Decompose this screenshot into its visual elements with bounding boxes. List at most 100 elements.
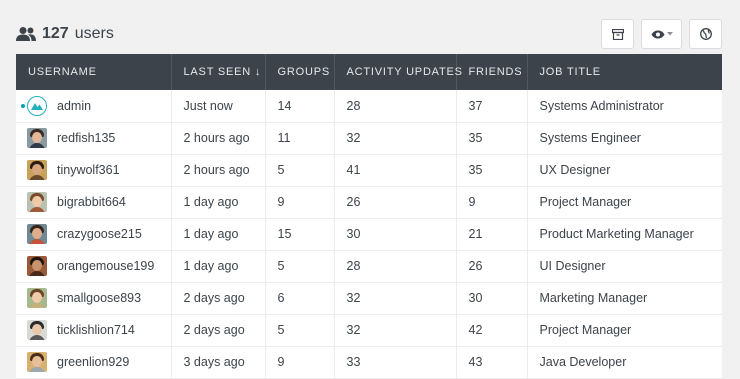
table-row[interactable]: redfish135 2 hours ago 11 32 35 Systems Engin… <box>16 122 722 154</box>
groups-cell: 5 <box>265 250 335 282</box>
column-header-username[interactable]: USERNAME <box>16 54 172 90</box>
user-avatar[interactable] <box>27 352 47 372</box>
username-link[interactable]: crazygoose215 <box>57 227 142 241</box>
username-link[interactable]: ticklishlion714 <box>57 323 135 337</box>
user-info: crazygoose215 <box>27 224 159 244</box>
username-link[interactable]: greenlion929 <box>57 355 129 369</box>
avatar-body <box>29 303 45 308</box>
job-title-cell: Product Marketing Manager <box>539 227 694 241</box>
archive-icon <box>611 28 624 40</box>
user-avatar[interactable] <box>27 128 47 148</box>
avatar-face <box>32 132 42 143</box>
friends-cell: 35 <box>456 122 528 154</box>
table-header-row: USERNAME LAST SEEN ↓ GROUPS ACTIVITY UPD… <box>16 54 722 90</box>
user-info: tinywolf361 <box>27 160 159 180</box>
user-avatar[interactable] <box>27 320 47 340</box>
table-row[interactable]: tinywolf361 2 hours ago 5 41 35 UX Designer <box>16 154 722 186</box>
column-header-groups[interactable]: GROUPS <box>265 54 335 90</box>
table-row[interactable]: greenlion929 3 days ago 9 33 43 Java Develope… <box>16 346 722 378</box>
username-link[interactable]: orangemouse199 <box>57 259 154 273</box>
username-link[interactable]: smallgoose893 <box>57 291 141 305</box>
last-seen-cell: 1 day ago <box>171 218 266 250</box>
username-link[interactable]: redfish135 <box>57 131 115 145</box>
avatar-body <box>29 207 45 212</box>
table-row[interactable]: bigrabbit664 1 day ago 9 26 9 Project Manager <box>16 186 722 218</box>
username-link[interactable]: bigrabbit664 <box>57 195 126 209</box>
table-row[interactable]: smallgoose893 2 days ago 6 32 30 Marketing Ma… <box>16 282 722 314</box>
user-info: smallgoose893 <box>27 288 159 308</box>
username-link[interactable]: tinywolf361 <box>57 163 120 177</box>
activity-updates-cell: 41 <box>334 154 457 186</box>
groups-cell: 6 <box>265 282 335 314</box>
avatar-body <box>29 143 45 148</box>
avatar-body <box>29 239 45 244</box>
table-row[interactable]: crazygoose215 1 day ago 15 30 21 Product Mark… <box>16 218 722 250</box>
user-info: redfish135 <box>27 128 159 148</box>
friends-cell: 30 <box>456 282 528 314</box>
avatar-face <box>32 228 42 239</box>
archive-button[interactable] <box>601 19 634 49</box>
last-seen-cell: 2 days ago <box>171 282 266 314</box>
job-title-cell: Project Manager <box>539 323 632 337</box>
friends-cell: 26 <box>456 250 528 282</box>
column-header-activity-updates[interactable]: ACTIVITY UPDATES <box>334 54 462 90</box>
last-seen-cell: 2 days ago <box>171 314 266 346</box>
friends-cell: 35 <box>456 154 528 186</box>
job-title-cell: Marketing Manager <box>539 291 648 305</box>
username-cell: tinywolf361 <box>16 154 172 186</box>
user-info: admin <box>27 95 159 116</box>
last-seen-cell: 1 day ago <box>171 186 266 218</box>
site-logo-avatar[interactable] <box>27 95 47 116</box>
activity-updates-cell: 33 <box>334 346 457 378</box>
user-avatar[interactable] <box>27 224 47 244</box>
username-cell: orangemouse199 <box>16 250 172 282</box>
eye-icon <box>651 30 664 38</box>
username-cell: greenlion929 <box>16 346 172 378</box>
column-header-friends[interactable]: FRIENDS <box>456 54 528 90</box>
column-header-job-title[interactable]: JOB TITLE <box>527 54 722 90</box>
activity-updates-cell: 30 <box>334 218 457 250</box>
friends-cell: 21 <box>456 218 528 250</box>
username-cell: ticklishlion714 <box>16 314 172 346</box>
last-seen-cell: Just now <box>171 90 266 122</box>
job-title-cell: Systems Administrator <box>539 98 664 113</box>
table-row[interactable]: ticklishlion714 2 days ago 5 32 42 Project Ma… <box>16 314 722 346</box>
user-info: greenlion929 <box>27 352 159 372</box>
last-seen-cell: 2 hours ago <box>171 122 266 154</box>
table-row[interactable]: orangemouse199 1 day ago 5 28 26 UI Designer <box>16 250 722 282</box>
user-info: ticklishlion714 <box>27 320 159 340</box>
username-link[interactable]: admin <box>57 99 91 113</box>
column-header-last-seen[interactable]: LAST SEEN ↓ <box>171 54 266 90</box>
users-icon <box>16 27 36 41</box>
user-count-label: users <box>74 25 114 42</box>
globe-button[interactable] <box>689 19 722 49</box>
visibility-dropdown-button[interactable] <box>641 19 682 49</box>
users-table: USERNAME LAST SEEN ↓ GROUPS ACTIVITY UPD… <box>16 54 722 379</box>
groups-cell: 15 <box>265 218 335 250</box>
activity-updates-cell: 32 <box>334 314 457 346</box>
user-avatar[interactable] <box>27 288 47 308</box>
username-cell: smallgoose893 <box>16 282 172 314</box>
online-status-dot <box>21 104 25 108</box>
avatar-body <box>29 367 45 372</box>
globe-icon <box>699 28 712 40</box>
job-title-cell: Project Manager <box>539 195 632 209</box>
groups-cell: 11 <box>265 122 335 154</box>
user-avatar[interactable] <box>27 160 47 180</box>
user-info: orangemouse199 <box>27 256 159 276</box>
avatar-face <box>32 260 42 271</box>
job-title-cell: UI Designer <box>539 259 606 273</box>
page-header: 127 users <box>16 20 114 48</box>
user-count: 127 <box>42 25 69 42</box>
avatar-face <box>32 356 42 367</box>
user-avatar[interactable] <box>27 192 47 212</box>
username-cell: bigrabbit664 <box>16 186 172 218</box>
friends-cell: 43 <box>456 346 528 378</box>
avatar-body <box>29 271 45 276</box>
avatar-face <box>32 324 42 335</box>
friends-cell: 42 <box>456 314 528 346</box>
groups-cell: 14 <box>265 90 335 122</box>
table-row[interactable]: admin Just now 14 28 37 Systems Administrator <box>16 90 722 122</box>
user-avatar[interactable] <box>27 256 47 276</box>
friends-cell: 37 <box>456 90 528 122</box>
